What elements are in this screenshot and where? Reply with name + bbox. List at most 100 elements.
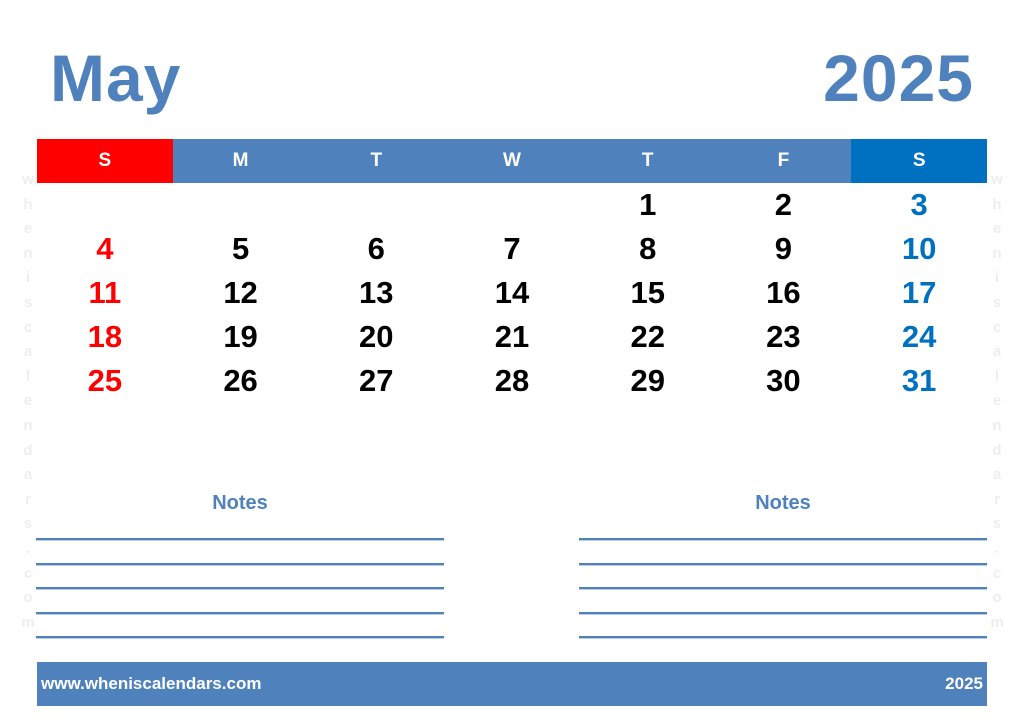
notes-right-title: Notes <box>755 492 811 514</box>
note-line <box>36 636 444 638</box>
note-line <box>579 562 987 565</box>
notes-left-title: Notes <box>212 492 268 514</box>
weekday-monday: M <box>172 139 309 183</box>
watermark-letter: s <box>23 515 33 533</box>
notes-right: Notes <box>579 488 987 661</box>
watermark-letter: a <box>992 466 1002 484</box>
note-line <box>579 538 987 540</box>
date-cell: 14 <box>494 275 530 310</box>
date-cell: 11 <box>88 275 122 310</box>
date-cell: 8 <box>639 231 657 266</box>
date-cell: 9 <box>774 231 793 266</box>
watermark-letter: m <box>21 613 35 631</box>
date-cell: 22 <box>630 319 665 354</box>
footer-bar: www.wheniscalendars.com 2025 <box>37 662 987 706</box>
watermark-letter: w <box>991 171 1003 188</box>
watermark-letter: i <box>25 269 31 287</box>
notes-left-lines <box>36 538 444 638</box>
watermark-letter: w <box>22 171 34 188</box>
date-cell: 20 <box>359 319 394 354</box>
weekday-sunday: S <box>37 139 173 183</box>
weekday-friday: F <box>715 139 852 183</box>
year-title: 2025 <box>823 41 974 115</box>
watermark-letter: n <box>992 244 1002 262</box>
date-cell: 16 <box>766 275 801 310</box>
note-line <box>579 587 987 589</box>
empty-date-cell <box>173 183 309 227</box>
date-cell: 30 <box>766 363 801 398</box>
note-line <box>36 611 444 614</box>
watermark-letter: r <box>994 490 1000 508</box>
date-cell: 2 <box>774 187 793 222</box>
watermark-letter: . <box>994 539 1000 557</box>
watermark-letter: s <box>992 293 1002 311</box>
date-cell: 6 <box>367 231 385 266</box>
date-cell: 17 <box>901 275 937 310</box>
notes-left: Notes <box>36 488 444 661</box>
date-cell: 1 <box>639 187 657 222</box>
date-cell: 19 <box>223 319 258 354</box>
month-title: May <box>50 41 182 115</box>
watermark-letter: r <box>25 490 31 508</box>
watermark-letter: s <box>992 515 1002 533</box>
watermark-letter: n <box>992 416 1002 434</box>
watermark-letter: a <box>992 343 1002 361</box>
date-cell: 4 <box>96 231 114 266</box>
watermark-letter: d <box>23 441 33 459</box>
watermark-letter: c <box>992 564 1002 582</box>
date-cell: 18 <box>87 319 123 354</box>
date-cell: 13 <box>359 275 394 310</box>
note-line <box>579 611 987 614</box>
date-cell: 27 <box>359 363 394 398</box>
watermark-letter: e <box>23 220 33 238</box>
watermark-letter: n <box>23 244 33 262</box>
watermark-letter: e <box>992 220 1002 238</box>
watermark-letter: e <box>992 392 1002 410</box>
watermark-letter: c <box>23 318 33 336</box>
date-cell: 29 <box>630 363 665 398</box>
date-cell: 24 <box>901 319 937 354</box>
note-line <box>579 636 987 638</box>
watermark-right: wheniscalendars.com <box>989 168 1005 635</box>
empty-date-cell <box>37 183 173 227</box>
date-cell: 26 <box>223 363 258 398</box>
watermark-letter: o <box>23 589 33 607</box>
date-cell: 21 <box>494 319 530 354</box>
watermark-letter: c <box>992 318 1002 336</box>
weekday-saturday: S <box>851 139 988 183</box>
watermark-letter: i <box>994 269 1000 287</box>
watermark-letter: o <box>992 589 1002 607</box>
watermark-letter: a <box>23 343 33 361</box>
watermark-letter: d <box>992 441 1002 459</box>
date-cell: 5 <box>231 231 250 266</box>
empty-date-cell <box>444 183 580 227</box>
note-line <box>36 587 444 589</box>
date-grid: 1 2 3 4 5 6 7 8 9 10 11 12 13 14 15 16 17 18 19 20 21 22 23 24 2… <box>37 183 987 403</box>
footer-website: www.wheniscalendars.com <box>41 674 262 693</box>
watermark-letter: n <box>23 416 33 434</box>
date-cell: 28 <box>494 363 530 398</box>
date-cell: 25 <box>87 363 123 398</box>
date-cell: 3 <box>910 187 928 222</box>
watermark-left: wheniscalendars.com <box>20 168 36 635</box>
date-cell: 15 <box>630 275 665 310</box>
notes-right-lines <box>579 538 987 638</box>
watermark-letter: l <box>994 367 1000 385</box>
weekday-thursday: T <box>579 139 716 183</box>
note-line <box>36 538 444 540</box>
note-line <box>36 562 444 565</box>
watermark-letter: e <box>23 392 33 410</box>
watermark-letter: h <box>992 195 1002 213</box>
weekday-tuesday: T <box>308 139 445 183</box>
watermark-letter: l <box>25 367 31 385</box>
empty-date-cell <box>308 183 444 227</box>
date-cell: 10 <box>901 231 937 266</box>
date-cell: 23 <box>766 319 801 354</box>
watermark-letter: h <box>23 195 33 213</box>
weekday-wednesday: W <box>444 139 580 183</box>
date-cell: 7 <box>503 231 521 266</box>
weekday-header-row: S M T W T F S <box>37 139 988 183</box>
watermark-letter: . <box>25 539 31 557</box>
watermark-letter: a <box>23 466 33 484</box>
watermark-letter: m <box>990 613 1004 631</box>
